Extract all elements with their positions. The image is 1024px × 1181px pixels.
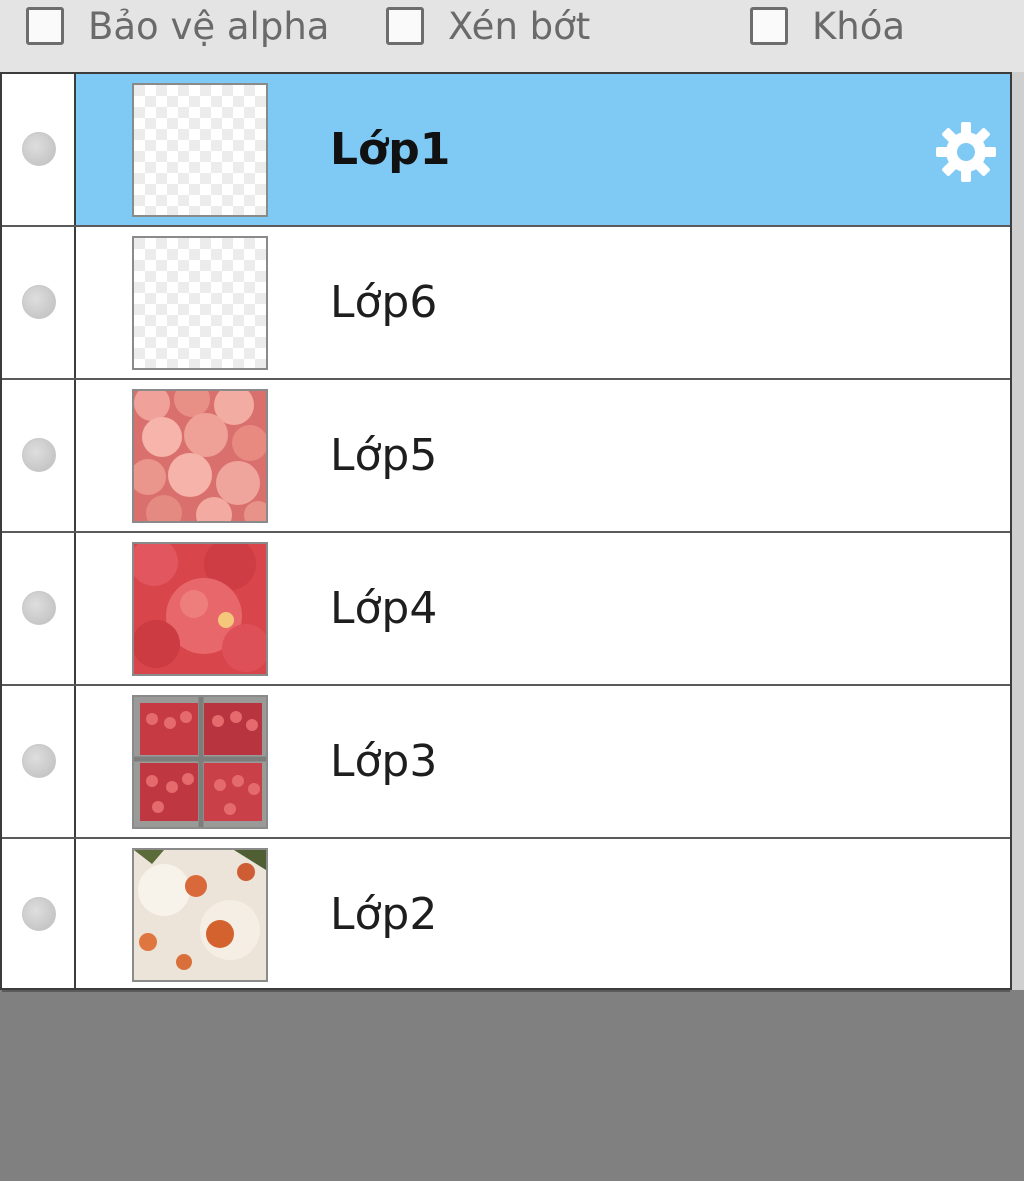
layer-thumbnail <box>132 236 268 370</box>
protect-alpha-option[interactable]: Bảo vệ alpha <box>26 0 329 52</box>
layer-row-main[interactable]: Lớp2 <box>76 839 1010 990</box>
transparent-checkerboard-icon <box>134 238 266 368</box>
layer-thumbnail <box>132 542 268 676</box>
strawberry-crates-image <box>134 697 266 827</box>
layer-row-main[interactable]: Lớp3 <box>76 686 1010 837</box>
layer-row-lop5[interactable]: Lớp5 <box>2 380 1010 533</box>
red-strawberry-closeup-image <box>134 544 266 674</box>
layer-options-toolbar: Bảo vệ alpha Xén bớt Khóa <box>0 0 1024 72</box>
visibility-toggle-icon[interactable] <box>22 591 56 625</box>
layer-thumbnail <box>132 848 268 982</box>
lock-checkbox[interactable] <box>750 7 788 45</box>
visibility-toggle-icon[interactable] <box>22 132 56 166</box>
visibility-toggle-icon[interactable] <box>22 744 56 778</box>
layer-row-lop4[interactable]: Lớp4 <box>2 533 1010 686</box>
transparent-checkerboard-icon <box>134 85 266 215</box>
layer-row-lop3[interactable]: Lớp3 <box>2 686 1010 839</box>
clipping-option[interactable]: Xén bớt <box>386 0 590 52</box>
protect-alpha-checkbox[interactable] <box>26 7 64 45</box>
layer-row-main[interactable]: Lớp4 <box>76 533 1010 684</box>
protect-alpha-label: Bảo vệ alpha <box>88 4 330 48</box>
layer-row-main[interactable]: Lớp6 <box>76 227 1010 378</box>
gear-icon[interactable] <box>930 116 1002 188</box>
layer-row-lop1[interactable]: Lớp1 <box>2 74 1010 227</box>
layer-thumbnail <box>132 389 268 523</box>
lock-option[interactable]: Khóa <box>750 0 905 52</box>
layer-name: Lớp1 <box>330 124 451 175</box>
layer-row-main[interactable]: Lớp1 <box>76 74 1010 225</box>
layer-thumbnail <box>132 695 268 829</box>
layer-thumbnail <box>132 83 268 217</box>
layer-name: Lớp2 <box>330 889 438 940</box>
visibility-toggle-icon[interactable] <box>22 285 56 319</box>
lock-label: Khóa <box>812 4 906 48</box>
visibility-toggle-icon[interactable] <box>22 897 56 931</box>
layer-row-lop2[interactable]: Lớp2 <box>2 839 1010 992</box>
scrollbar[interactable] <box>1012 72 1024 990</box>
layer-name: Lớp5 <box>330 430 438 481</box>
visibility-toggle-icon[interactable] <box>22 438 56 472</box>
layer-row-main[interactable]: Lớp5 <box>76 380 1010 531</box>
clipping-label: Xén bớt <box>448 4 591 48</box>
layer-row-lop6[interactable]: Lớp6 <box>2 227 1010 380</box>
layer-name: Lớp3 <box>330 736 438 787</box>
clipping-checkbox[interactable] <box>386 7 424 45</box>
layer-name: Lớp4 <box>330 583 438 634</box>
strawberries-on-cream-image <box>134 850 266 980</box>
layers-panel: Lớp1 Lớp6 Lớp5 Lớp4 Lớp3 Lớp2 <box>0 72 1012 992</box>
pink-strawberries-image <box>134 391 266 521</box>
layer-name: Lớp6 <box>330 277 438 328</box>
